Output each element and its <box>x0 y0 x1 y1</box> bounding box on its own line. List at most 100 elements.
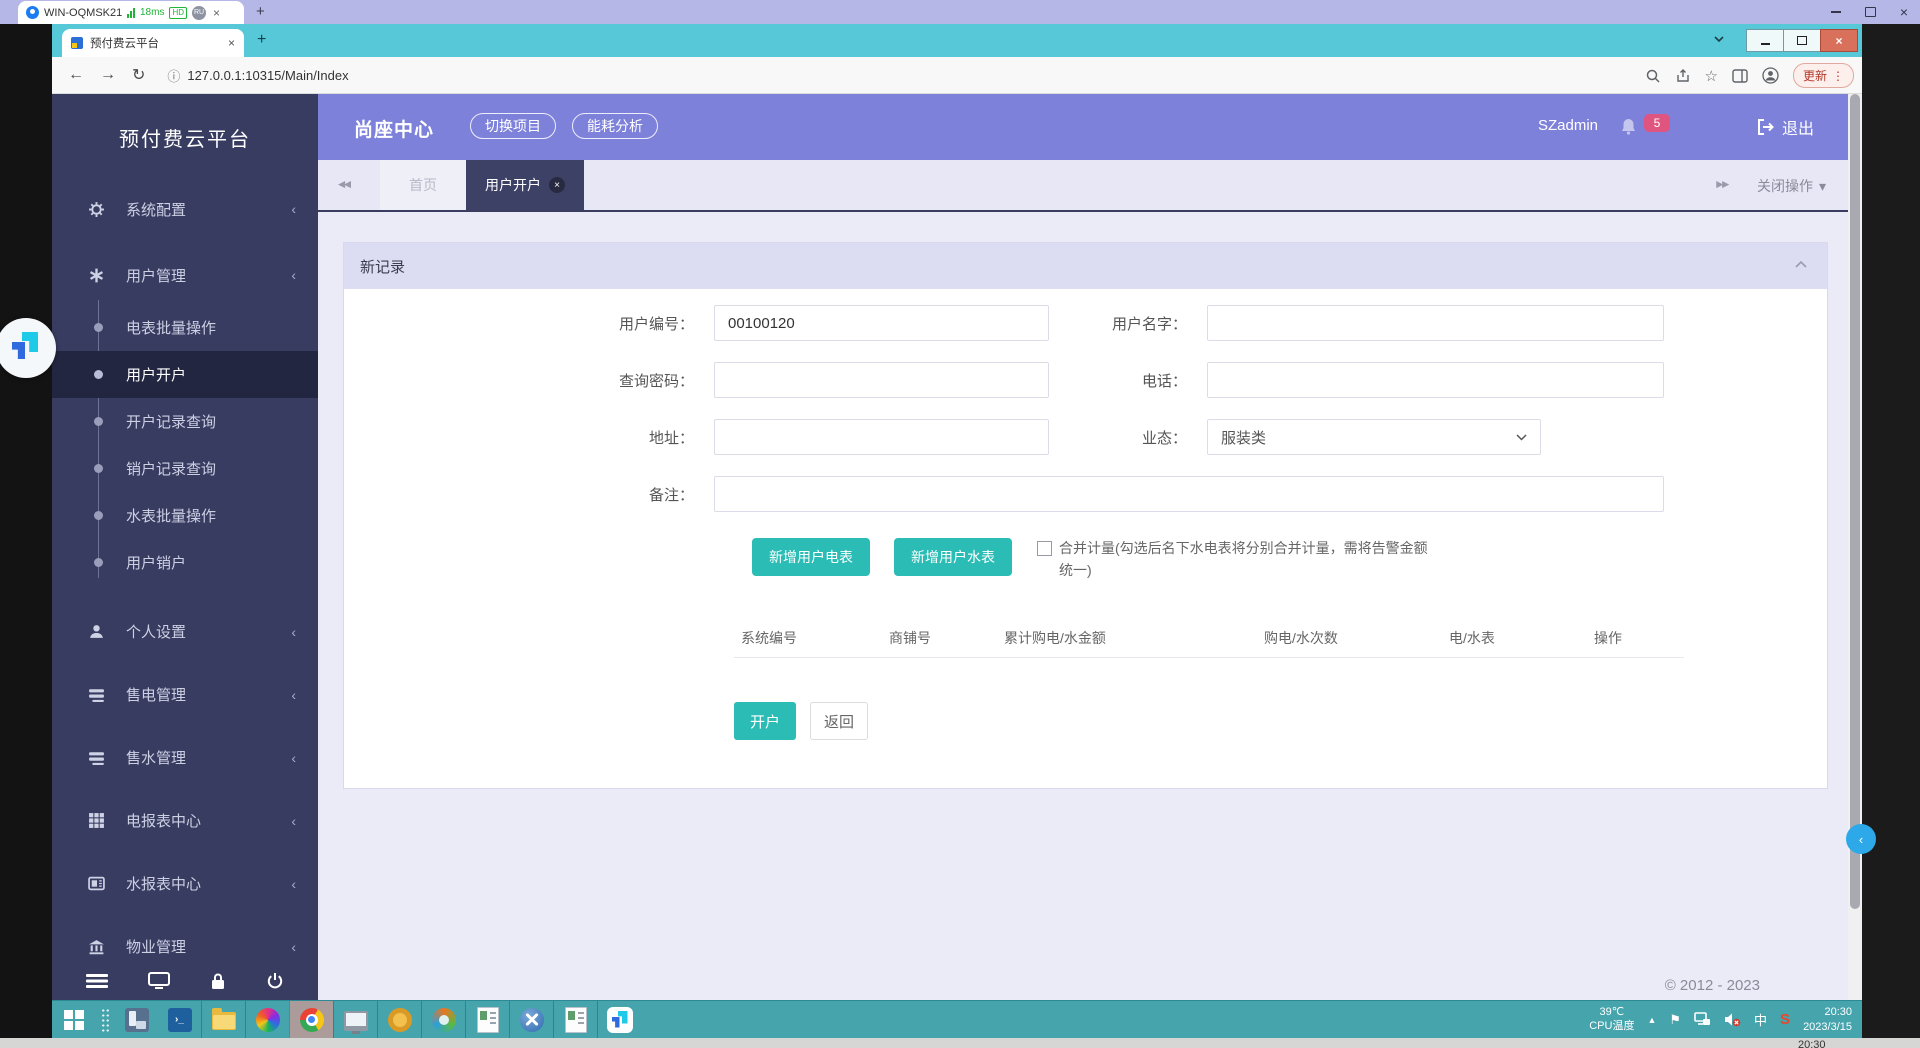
report-app2-icon[interactable] <box>553 1001 597 1038</box>
user-name-input[interactable] <box>1207 305 1664 341</box>
list-icon <box>88 749 106 766</box>
tab-user-open[interactable]: 用户开户 × <box>466 160 584 210</box>
todesk-taskbar-icon[interactable] <box>597 1001 641 1038</box>
merge-metering-option[interactable]: 合并计量(勾选后名下水电表将分别合并计量，需将告警金额统一) <box>1037 538 1429 581</box>
window-close-button[interactable]: × <box>1820 29 1858 52</box>
open-account-button[interactable]: 开户 <box>734 702 796 740</box>
iis-tools-icon[interactable] <box>509 1001 553 1038</box>
notification-badge[interactable]: 5 <box>1644 114 1670 132</box>
signal-bars-icon <box>127 8 135 18</box>
sidebar-bottom-bar <box>52 962 318 1000</box>
monitor-icon[interactable] <box>148 972 170 990</box>
panel-icon <box>88 875 106 892</box>
sidebar-item-open-record[interactable]: 开户记录查询 <box>52 398 318 445</box>
hd-badge[interactable]: HD <box>169 7 187 19</box>
collapse-icon[interactable] <box>1795 261 1807 268</box>
swirl-app-icon[interactable] <box>421 1001 465 1038</box>
page-scrollbar[interactable] <box>1848 94 1862 1000</box>
browser-menu-icon[interactable]: ⋮ <box>1832 69 1844 83</box>
remote-maximize-button[interactable] <box>1865 7 1876 17</box>
tab-close-icon[interactable]: × <box>549 177 565 193</box>
energy-analysis-button[interactable]: 能耗分析 <box>572 113 658 139</box>
browser-new-tab-button[interactable]: + <box>257 31 266 49</box>
chrome-taskbar-icon[interactable] <box>289 1001 333 1038</box>
power-icon[interactable] <box>266 972 284 990</box>
user-no-input[interactable]: 00100120 <box>714 305 1049 341</box>
zoom-icon[interactable] <box>1645 68 1661 84</box>
side-panel-icon[interactable] <box>1732 69 1748 83</box>
sidebar-item-user-open[interactable]: 用户开户 <box>52 351 318 398</box>
sidebar-item-electric-report[interactable]: 电报表中心 ‹ <box>52 789 318 852</box>
sidebar-item-close-record[interactable]: 销户记录查询 <box>52 445 318 492</box>
tabs-scroll-right-icon[interactable]: ▶▶ <box>1716 178 1728 189</box>
report-app-icon[interactable] <box>465 1001 509 1038</box>
sidebar-item-user-mgmt[interactable]: 用户管理 ‹ <box>52 246 318 304</box>
back-icon[interactable]: ← <box>68 66 84 84</box>
server-manager-icon[interactable] <box>115 1001 158 1038</box>
remote-minimize-button[interactable] <box>1831 11 1841 13</box>
browser-tab[interactable]: 预付费云平台 × <box>62 29 244 57</box>
tab-home[interactable]: 首页 <box>380 160 466 210</box>
menu-icon[interactable] <box>86 973 108 989</box>
business-type-select[interactable]: 服装类 <box>1207 419 1541 455</box>
action-center-flag-icon[interactable]: ⚑ <box>1669 1012 1681 1028</box>
window-chevron-icon[interactable] <box>1714 36 1724 42</box>
tray-expand-icon[interactable]: ▲ <box>1647 1015 1656 1025</box>
window-minimize-button[interactable] <box>1746 29 1784 52</box>
taskbar-clock[interactable]: 20:30 2023/3/15 <box>1803 1005 1852 1034</box>
site-info-icon[interactable]: ⓘ <box>167 66 180 85</box>
sidebar-item-user-close[interactable]: 用户销户 <box>52 539 318 586</box>
cpu-temp-widget: 39℃ CPU温度 <box>1589 1006 1634 1032</box>
close-operations-menu[interactable]: 关闭操作 ▾ <box>1757 176 1826 196</box>
scrollbar-thumb[interactable] <box>1850 94 1860 909</box>
sidebar-item-water-batch[interactable]: 水表批量操作 <box>52 492 318 539</box>
volume-muted-icon[interactable] <box>1724 1012 1741 1027</box>
sogou-icon[interactable]: S <box>1780 1011 1790 1028</box>
remark-input[interactable] <box>714 476 1664 512</box>
remote-close-button[interactable]: × <box>1900 5 1908 19</box>
add-water-meter-button[interactable]: 新增用户水表 <box>894 538 1012 576</box>
sidebar-item-system-config[interactable]: 系统配置 ‹ <box>52 180 318 238</box>
add-electric-meter-button[interactable]: 新增用户电表 <box>752 538 870 576</box>
powershell-icon[interactable]: ›_ <box>158 1001 201 1038</box>
merge-metering-checkbox[interactable] <box>1037 541 1052 556</box>
ru-badge[interactable]: RU <box>192 6 206 20</box>
share-icon[interactable] <box>1675 68 1691 84</box>
bell-icon[interactable] <box>1621 118 1636 135</box>
window-maximize-button[interactable] <box>1783 29 1821 52</box>
tabs-scroll-left-icon[interactable]: ◀◀ <box>338 178 350 189</box>
remote-session-title: WIN-OQMSK21... <box>44 7 122 19</box>
remote-new-tab-button[interactable]: + <box>256 3 265 20</box>
switch-project-button[interactable]: 切换项目 <box>470 113 556 139</box>
network-icon[interactable] <box>1694 1012 1711 1027</box>
profile-avatar-icon[interactable] <box>1762 67 1779 84</box>
chrome-update-button[interactable]: 更新 ⋮ <box>1793 63 1854 88</box>
reload-icon[interactable]: ↻ <box>132 65 145 85</box>
query-pwd-input[interactable] <box>714 362 1049 398</box>
remote-tab-close-icon[interactable]: × <box>213 6 220 20</box>
monitor-app-icon[interactable] <box>333 1001 377 1038</box>
edge-collapse-button[interactable]: ‹ <box>1846 824 1876 854</box>
gear-app-icon[interactable] <box>377 1001 421 1038</box>
bookmark-star-icon[interactable]: ☆ <box>1705 67 1718 85</box>
start-button[interactable] <box>52 1001 95 1038</box>
sidebar-item-sell-water[interactable]: 售水管理 ‹ <box>52 726 318 789</box>
sidebar-item-personal[interactable]: 个人设置 ‹ <box>52 600 318 663</box>
back-button[interactable]: 返回 <box>810 702 868 740</box>
username-label[interactable]: SZadmin <box>1538 117 1598 134</box>
address-input[interactable] <box>714 419 1049 455</box>
forward-icon[interactable]: → <box>100 66 116 84</box>
remote-session-tab[interactable]: WIN-OQMSK21... 18ms HD RU × <box>18 1 244 24</box>
logout-button[interactable]: 退出 <box>1757 115 1814 139</box>
ime-indicator[interactable]: 中 <box>1754 1010 1767 1029</box>
sidebar-item-sell-electric[interactable]: 售电管理 ‹ <box>52 663 318 726</box>
business-label: 业态： <box>1049 427 1207 448</box>
browser-tab-close-icon[interactable]: × <box>228 36 235 50</box>
file-explorer-icon[interactable] <box>201 1001 245 1038</box>
sidebar-item-meter-batch[interactable]: 电表批量操作 <box>52 304 318 351</box>
phone-input[interactable] <box>1207 362 1664 398</box>
pinwheel-app-icon[interactable] <box>245 1001 289 1038</box>
address-bar[interactable]: 127.0.0.1:10315/Main/Index <box>187 68 348 83</box>
sidebar-item-water-report[interactable]: 水报表中心 ‹ <box>52 852 318 915</box>
lock-icon[interactable] <box>210 972 226 990</box>
